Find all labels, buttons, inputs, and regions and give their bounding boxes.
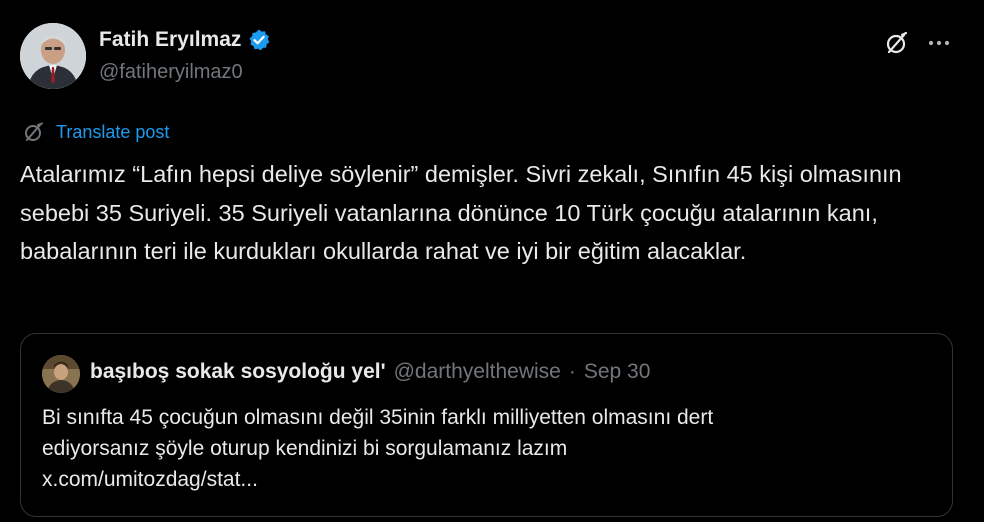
quoted-text-line: Bi sınıfta 45 çocuğun olmasını değil 35i… <box>42 406 714 429</box>
tweet-text: Atalarımız “Lafın hepsi deliye söylenir”… <box>20 161 902 264</box>
header-separator: · <box>568 360 576 383</box>
author-name-row: Fatih Eryılmaz <box>99 27 271 53</box>
quoted-tweet-card[interactable]: başıboş sokak sosyoloğu yel' @darthyelth… <box>20 333 953 517</box>
grok-icon[interactable] <box>882 28 912 58</box>
quoted-text-line: ediyorsanız şöyle oturup kendinizi bi so… <box>42 437 568 460</box>
translate-icon <box>22 120 46 144</box>
translate-post-button[interactable]: Translate post <box>22 120 169 144</box>
quoted-author-avatar[interactable] <box>42 355 80 393</box>
author-avatar[interactable] <box>20 23 86 89</box>
verified-badge-icon[interactable] <box>247 28 271 52</box>
tweet-card: Fatih Eryılmaz @fatiheryilmaz0 Translate… <box>0 0 984 522</box>
quoted-author-handle[interactable]: @darthyelthewise <box>394 360 561 384</box>
author-display-name[interactable]: Fatih Eryılmaz <box>99 28 241 52</box>
quoted-text-link[interactable]: x.com/umitozdag/stat... <box>42 464 922 495</box>
quoted-tweet-text: Bi sınıfta 45 çocuğun olmasını değil 35i… <box>42 402 922 495</box>
author-handle[interactable]: @fatiheryilmaz0 <box>99 61 243 84</box>
quoted-tweet-header: başıboş sokak sosyoloğu yel' @darthyelth… <box>90 360 650 384</box>
quoted-tweet-date[interactable]: Sep 30 <box>584 360 651 384</box>
quoted-author-name[interactable]: başıboş sokak sosyoloğu yel' <box>90 360 386 384</box>
more-options-icon[interactable] <box>924 28 954 58</box>
translate-post-label: Translate post <box>56 121 170 142</box>
